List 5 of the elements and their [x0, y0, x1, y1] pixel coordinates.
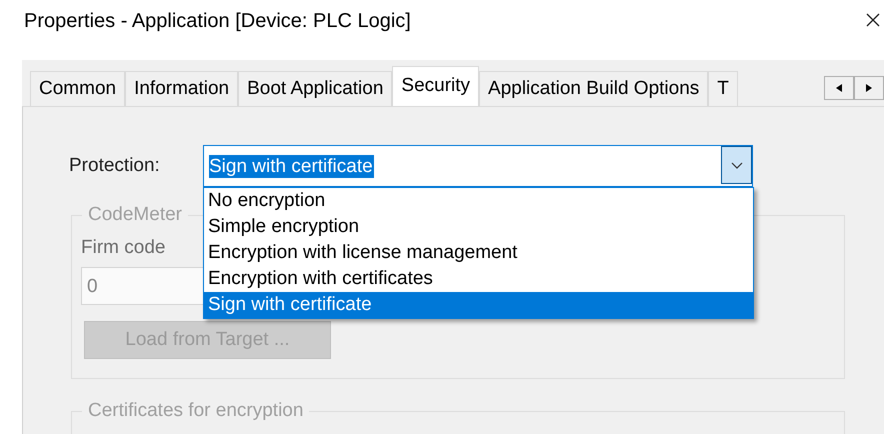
- firm-code-label: Firm code: [81, 237, 166, 259]
- group-title: Certificates for encryption: [82, 400, 310, 422]
- dropdown-value: Sign with certificate: [209, 154, 374, 178]
- window-title: Properties - Application [Device: PLC Logic]: [24, 10, 411, 32]
- protection-label: Protection:: [69, 155, 161, 177]
